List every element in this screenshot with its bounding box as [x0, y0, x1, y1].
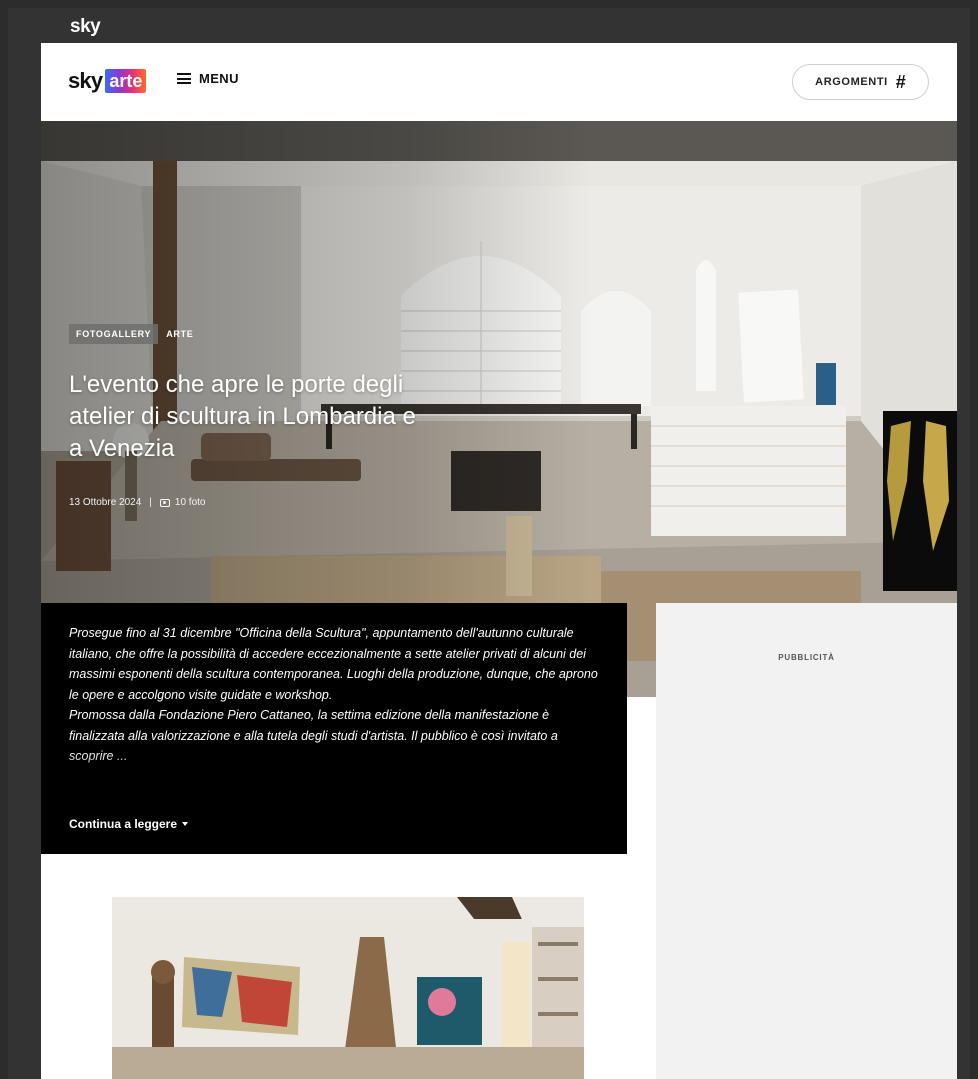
menu-button[interactable]: MENU [177, 71, 239, 86]
caret-down-icon [182, 822, 189, 826]
tag-fotogallery[interactable]: FOTOGALLERY [69, 324, 159, 344]
top-sky-logo[interactable]: sky [70, 16, 101, 38]
tag-arte[interactable]: ARTE [166, 329, 193, 339]
brand-arte-text: arte [105, 69, 147, 93]
ad-label: PUBBLICITÀ [778, 653, 835, 662]
article-summary: Prosegue fino al 31 dicembre "Officina d… [41, 603, 627, 854]
summary-fade [69, 749, 599, 807]
summary-text: Prosegue fino al 31 dicembre "Officina d… [69, 623, 599, 807]
article-date: 13 Ottobre 2024 [69, 497, 142, 508]
atelier-photo [112, 897, 584, 1079]
menu-label: MENU [199, 71, 239, 86]
hash-icon: # [895, 72, 906, 92]
continue-reading-button[interactable]: Continua a leggere [69, 817, 189, 831]
article-tags: FOTOGALLERY ARTE [69, 324, 194, 344]
summary-paragraph-1: Prosegue fino al 31 dicembre "Officina d… [69, 626, 598, 702]
argomenti-label: ARGOMENTI [815, 76, 888, 88]
article-title: L'evento che apre le porte degli atelier… [69, 371, 416, 462]
brand-sky-text: sky [68, 68, 103, 93]
meta-separator: | [149, 497, 152, 508]
sky-arte-logo[interactable]: sky arte [68, 68, 147, 94]
argomenti-button[interactable]: ARGOMENTI # [792, 64, 929, 100]
browser-frame: sky sky arte MENU ARGOMENTI # FOTOGALLER… [8, 8, 970, 1079]
continue-reading-label: Continua a leggere [69, 817, 178, 831]
hamburger-icon [177, 73, 191, 84]
photo-count: 10 foto [174, 497, 206, 508]
site-header: sky arte MENU ARGOMENTI # [41, 43, 957, 121]
article-meta: 13 Ottobre 2024 | 10 foto [69, 497, 205, 508]
ad-slot: PUBBLICITÀ [656, 603, 957, 1079]
gallery-photo[interactable] [112, 897, 584, 1079]
page: sky arte MENU ARGOMENTI # FOTOGALLERY AR… [41, 43, 957, 1079]
camera-icon [159, 498, 170, 507]
top-strip: sky [8, 8, 970, 43]
